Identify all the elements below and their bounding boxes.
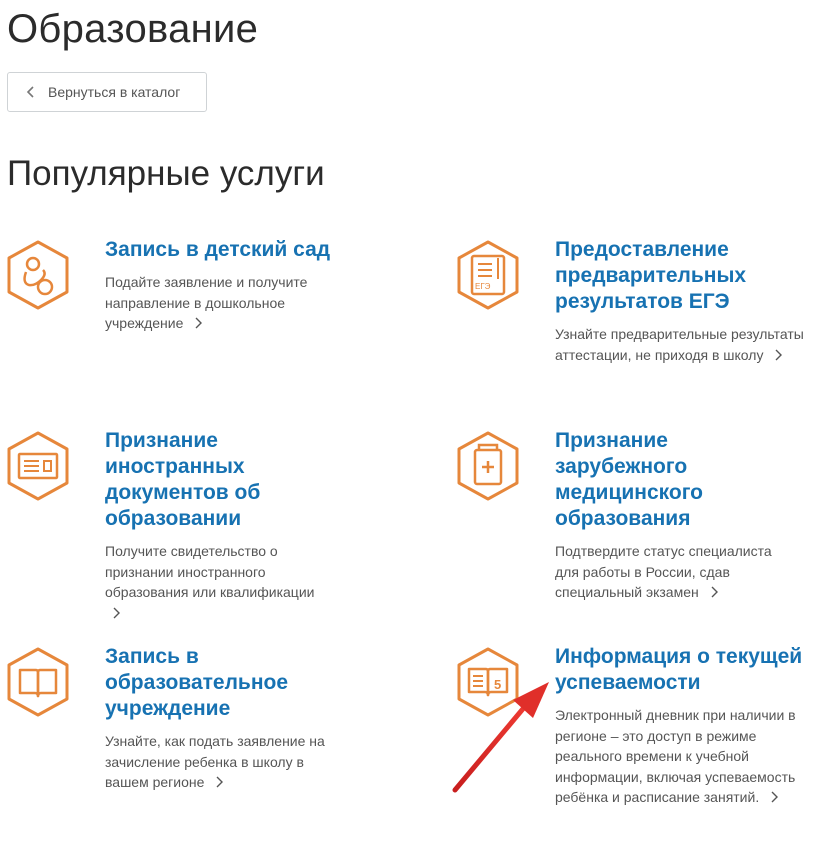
service-description: Узнайте предварительные результаты аттес… xyxy=(555,324,805,365)
service-card-foreign-documents: Признание иностранных документов об обра… xyxy=(5,428,385,623)
chevron-right-icon[interactable] xyxy=(774,349,783,361)
annotation-arrow-icon xyxy=(452,682,549,793)
book-icon[interactable] xyxy=(5,646,71,718)
service-title-link[interactable]: Запись в образовательное учреждение xyxy=(105,644,305,722)
service-description-text: Получите свидетельство о признании иност… xyxy=(105,543,315,600)
service-title-link[interactable]: Признание иностранных документов об обра… xyxy=(105,428,275,532)
page-title: Образование xyxy=(7,7,259,51)
service-card-school-enrollment: Запись в образовательное учреждение Узна… xyxy=(5,644,385,793)
ege-icon-text: ЕГЭ xyxy=(475,282,491,291)
service-description: Подайте заявление и получите направление… xyxy=(105,272,330,334)
service-card-ege-results: ЕГЭ Предоставление предварительных резул… xyxy=(455,237,825,365)
chevron-left-icon xyxy=(26,86,34,98)
back-to-catalog-button[interactable]: Вернуться в каталог xyxy=(7,72,207,112)
service-description-text: Узнайте предварительные результаты аттес… xyxy=(555,326,804,363)
chevron-right-icon[interactable] xyxy=(215,776,224,788)
service-description-text: Электронный дневник при наличии в регион… xyxy=(555,707,796,805)
service-title-link[interactable]: Запись в детский сад xyxy=(105,237,330,263)
ege-document-icon[interactable]: ЕГЭ xyxy=(455,239,521,311)
chevron-right-icon[interactable] xyxy=(710,586,718,598)
pacifier-icon[interactable] xyxy=(5,239,71,311)
back-button-label: Вернуться в каталог xyxy=(48,84,181,100)
service-description: Подтвердите статус специалиста для работ… xyxy=(555,541,795,603)
diploma-icon[interactable] xyxy=(5,430,71,502)
section-title: Популярные услуги xyxy=(7,154,325,193)
service-description-text: Подайте заявление и получите направление… xyxy=(105,274,308,331)
service-description-text: Подтвердите статус специалиста для работ… xyxy=(555,543,772,600)
service-title-link[interactable]: Признание зарубежного медицинского образ… xyxy=(555,428,730,532)
service-description: Электронный дневник при наличии в регион… xyxy=(555,705,805,808)
chevron-right-icon[interactable] xyxy=(770,791,779,803)
chevron-right-icon[interactable] xyxy=(112,607,120,619)
chevron-right-icon[interactable] xyxy=(194,317,203,329)
service-title-link[interactable]: Предоставление предварительных результат… xyxy=(555,237,755,315)
service-card-kindergarten: Запись в детский сад Подайте заявление и… xyxy=(5,237,385,334)
medical-document-icon[interactable] xyxy=(455,430,521,502)
service-description: Узнайте, как подать заявление на зачисле… xyxy=(105,731,345,793)
service-description: Получите свидетельство о признании иност… xyxy=(105,541,330,623)
service-title-link[interactable]: Информация о текущей успеваемости xyxy=(555,644,820,696)
service-card-medical-education: Признание зарубежного медицинского образ… xyxy=(455,428,825,603)
